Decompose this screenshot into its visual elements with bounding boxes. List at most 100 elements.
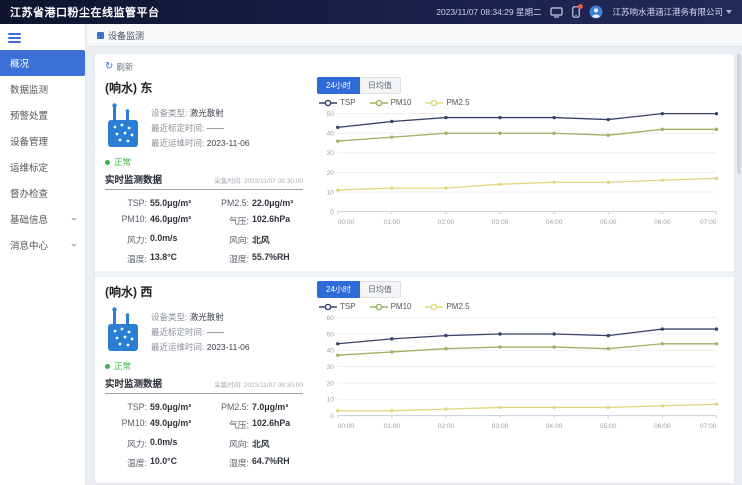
metric-item: 风向:北风 xyxy=(207,437,303,450)
metric-item: 气压:102.6hPa xyxy=(207,418,303,431)
refresh-icon: ↻ xyxy=(105,62,113,72)
sidebar-item-label: 基础信息 xyxy=(10,212,48,226)
metric-label: 气压: xyxy=(207,214,249,227)
legend-item-tsp[interactable]: TSP xyxy=(319,302,356,311)
line-chart-west[interactable]: 010203040506000:0001:0002:0003:0004:0005… xyxy=(317,312,724,431)
sidebar-item-1[interactable]: 数据监测 xyxy=(0,76,85,102)
svg-text:20: 20 xyxy=(327,380,335,387)
svg-text:07:00: 07:00 xyxy=(700,219,717,226)
main-area: 设备监测 ↻ 刷新 (响水) 东 设备类型: 激光散射 xyxy=(87,24,742,485)
legend-item-tsp[interactable]: TSP xyxy=(319,98,356,107)
scrollbar[interactable] xyxy=(737,54,741,174)
svg-text:40: 40 xyxy=(327,131,335,138)
legend-item-pm25[interactable]: PM2.5 xyxy=(425,302,469,311)
metric-label: 温度: xyxy=(105,252,147,265)
svg-text:40: 40 xyxy=(327,348,335,355)
metric-value: 0.0m/s xyxy=(150,233,177,246)
metric-label: 风力: xyxy=(105,437,147,450)
calibration-time-value: —— xyxy=(207,327,224,337)
metrics-grid: TSP:59.0μg/m³PM2.5:7.0μg/m³PM10:49.0μg/m… xyxy=(105,394,303,469)
device-type-value: 激光散射 xyxy=(190,312,224,322)
avatar-icon[interactable] xyxy=(589,5,603,19)
notification-badge xyxy=(578,4,583,9)
metric-item: 风力:0.0m/s xyxy=(105,437,201,450)
menu-toggle-button[interactable] xyxy=(0,24,85,50)
chart-legend: TSP PM10 PM2.5 xyxy=(319,302,724,311)
device-info: 设备类型: 激光散射 最近标定时间: —— 最近运维时间: 2023-11-06 xyxy=(151,102,250,151)
svg-text:50: 50 xyxy=(327,111,335,118)
tab-square-icon xyxy=(97,32,104,39)
metric-value: 7.0μg/m³ xyxy=(252,402,288,412)
refresh-label: 刷新 xyxy=(116,61,133,73)
tab-daily-avg[interactable]: 日均值 xyxy=(360,281,401,298)
sidebar-item-6[interactable]: 基础信息 xyxy=(0,206,85,232)
company-dropdown[interactable]: 江苏响水港涵江港务有限公司 xyxy=(612,6,732,18)
metric-item: 风力:0.0m/s xyxy=(105,233,201,246)
refresh-button[interactable]: ↻ 刷新 xyxy=(105,61,133,73)
sidebar-item-5[interactable]: 督办检查 xyxy=(0,180,85,206)
metric-item: PM2.5:22.0μg/m³ xyxy=(207,198,303,208)
chart-period-tabs: 24小时日均值 xyxy=(317,281,724,298)
svg-text:0: 0 xyxy=(330,209,334,216)
svg-text:30: 30 xyxy=(327,150,335,157)
status-label: 正常 xyxy=(114,156,131,168)
metric-item: PM2.5:7.0μg/m³ xyxy=(207,402,303,412)
metric-value: 55.0μg/m³ xyxy=(150,198,191,208)
realtime-data-box: 实时监测数据 采集时间: 2023/11/07 08:30:00 TSP:55.… xyxy=(105,172,303,265)
tab-24h[interactable]: 24小时 xyxy=(317,77,360,94)
notification-phone-icon[interactable] xyxy=(572,6,580,18)
sidebar-item-3[interactable]: 设备管理 xyxy=(0,128,85,154)
metric-value: 北风 xyxy=(252,233,270,246)
legend-item-pm10[interactable]: PM10 xyxy=(370,98,412,107)
legend-label: TSP xyxy=(340,302,356,311)
sidebar-item-0[interactable]: 概况 xyxy=(0,50,85,76)
svg-text:30: 30 xyxy=(327,364,335,371)
device-name: (响水) 西 xyxy=(105,283,303,300)
monitor-icon[interactable] xyxy=(550,7,563,18)
legend-marker-icon xyxy=(319,303,337,311)
legend-label: PM2.5 xyxy=(446,98,469,107)
metric-item: TSP:55.0μg/m³ xyxy=(105,198,201,208)
legend-marker-icon xyxy=(425,303,443,311)
svg-text:00:00: 00:00 xyxy=(338,219,355,226)
svg-text:01:00: 01:00 xyxy=(384,423,401,430)
company-name: 江苏响水港涵江港务有限公司 xyxy=(612,6,723,18)
svg-text:05:00: 05:00 xyxy=(600,219,617,226)
metric-value: 55.7%RH xyxy=(252,252,290,265)
metric-value: 北风 xyxy=(252,437,270,450)
svg-text:20: 20 xyxy=(327,170,335,177)
sidebar-item-label: 数据监测 xyxy=(10,82,48,96)
line-chart-east[interactable]: 0102030405000:0001:0002:0003:0004:0005:0… xyxy=(317,108,724,227)
sidebar-item-label: 设备管理 xyxy=(10,134,48,148)
device-section-west: (响水) 西 设备类型: 激光散射 最近标定时间: —— 最近运维时间: 202… xyxy=(105,277,724,475)
sidebar-item-7[interactable]: 消息中心 xyxy=(0,232,85,258)
legend-label: PM10 xyxy=(391,98,412,107)
svg-text:01:00: 01:00 xyxy=(384,219,401,226)
maintenance-time-value: 2023-11-06 xyxy=(207,138,250,148)
legend-item-pm10[interactable]: PM10 xyxy=(370,302,412,311)
sidebar-item-2[interactable]: 预警处置 xyxy=(0,102,85,128)
tab-24h[interactable]: 24小时 xyxy=(317,281,360,298)
status-label: 正常 xyxy=(114,360,131,372)
metric-value: 49.0μg/m³ xyxy=(150,418,191,431)
tab-device-monitoring[interactable]: 设备监测 xyxy=(97,29,144,42)
metric-value: 10.0°C xyxy=(150,456,177,469)
platform-title: 江苏省港口粉尘在线监管平台 xyxy=(10,4,160,20)
tab-daily-avg[interactable]: 日均值 xyxy=(360,77,401,94)
legend-label: PM2.5 xyxy=(446,302,469,311)
metric-item: 风向:北风 xyxy=(207,233,303,246)
svg-text:03:00: 03:00 xyxy=(492,219,509,226)
maintenance-time-label: 最近运维时间: xyxy=(151,138,204,148)
sidebar-item-4[interactable]: 运维标定 xyxy=(0,154,85,180)
sidebar-item-label: 督办检查 xyxy=(10,186,48,200)
device-type-value: 激光散射 xyxy=(190,108,224,118)
svg-text:02:00: 02:00 xyxy=(438,219,455,226)
collect-time: 采集时间: 2023/11/07 08:30:00 xyxy=(214,175,303,185)
metric-label: TSP: xyxy=(105,198,147,208)
legend-item-pm25[interactable]: PM2.5 xyxy=(425,98,469,107)
metric-item: PM10:49.0μg/m³ xyxy=(105,418,201,431)
realtime-data-box: 实时监测数据 采集时间: 2023/11/07 08:30:00 TSP:59.… xyxy=(105,376,303,469)
metric-item: 湿度:55.7%RH xyxy=(207,252,303,265)
chart-legend: TSP PM10 PM2.5 xyxy=(319,98,724,107)
svg-text:05:00: 05:00 xyxy=(600,423,617,430)
